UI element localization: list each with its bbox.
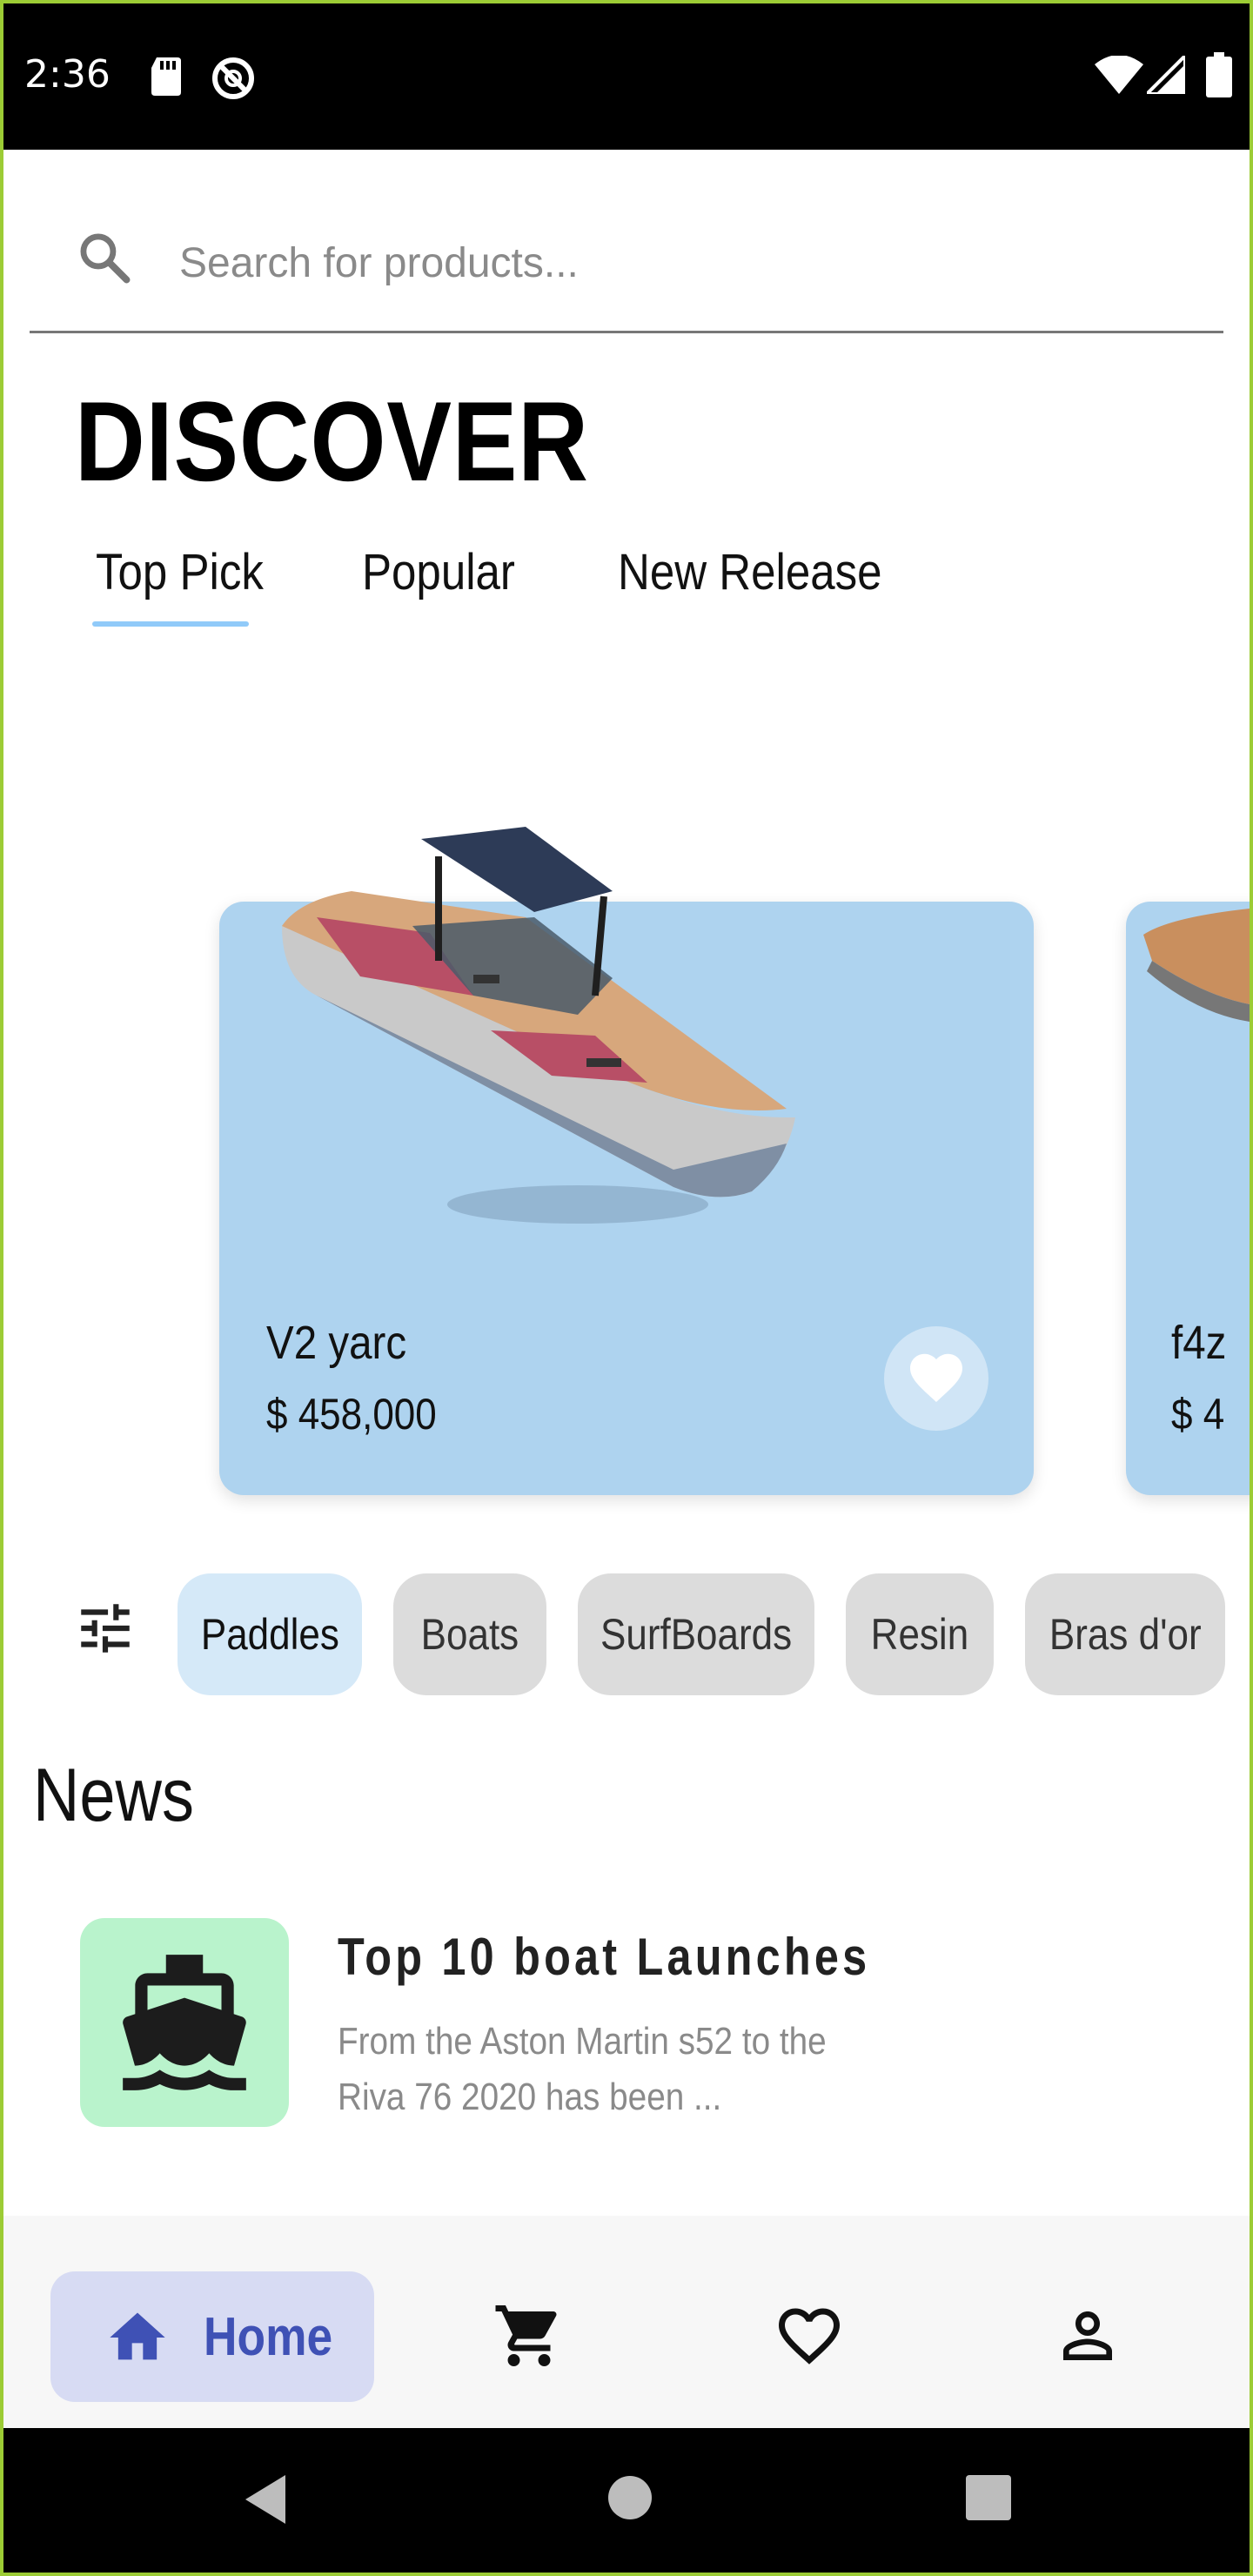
person-icon[interactable] [1051,2299,1124,2372]
heart-outline-icon[interactable] [773,2299,846,2372]
category-label: SurfBoards [600,1610,793,1659]
search-icon [80,233,131,284]
category-label: Paddles [200,1610,339,1659]
boat-image [1143,909,1250,1022]
product-price: $ 458,000 [266,1390,437,1439]
status-bar: 2:36 [3,3,1250,150]
news-title: Top 10 boat Launches [338,1928,871,1986]
boat-image [282,827,795,1224]
tab-top-pick[interactable]: Top Pick [96,543,264,601]
category-chip-paddles[interactable]: Paddles [178,1573,362,1695]
app-screen: 2:36 DISCOVER Top Pic [3,3,1250,2573]
back-icon[interactable] [240,2472,289,2527]
signal-icon [1147,56,1185,94]
tab-popular[interactable]: Popular [362,543,515,601]
system-navigation-bar [3,2428,1250,2573]
news-thumbnail [80,1918,289,2127]
news-heading: News [33,1754,194,1837]
tab-selected-indicator [92,621,249,627]
category-label: Resin [870,1610,969,1659]
search-input[interactable] [178,231,964,294]
nav-home-label: Home [204,2307,333,2367]
search-bar[interactable] [30,186,1223,333]
bottom-navigation: Home [3,2216,1250,2428]
page-title: DISCOVER [75,378,589,505]
battery-icon [1206,52,1232,97]
filter-icon[interactable] [73,1596,137,1660]
ferry-icon [123,1955,246,2090]
category-label: Boats [420,1610,519,1659]
product-name: V2 yarc [266,1317,407,1369]
category-chip-resin[interactable]: Resin [846,1573,994,1695]
news-description: From the Aston Martin s52 to the Riva 76… [338,2020,827,2118]
category-label: Bras d'or [1049,1610,1202,1659]
category-chip-surfboards[interactable]: SurfBoards [578,1573,814,1695]
home-icon [110,2312,165,2360]
cart-icon[interactable] [492,2299,566,2372]
wifi-icon [1095,56,1143,94]
category-chip-boats[interactable]: Boats [393,1573,546,1695]
product-price: $ 4 [1171,1390,1225,1439]
home-button-icon[interactable] [606,2473,654,2522]
favorite-button[interactable] [884,1326,988,1431]
do-not-disturb-icon [212,57,254,99]
nav-home[interactable]: Home [50,2271,374,2402]
heart-icon [910,1353,962,1402]
status-time: 2:36 [24,52,111,97]
product-name: f4z [1171,1317,1227,1369]
sd-card-icon [151,57,181,96]
category-chip-bras-dor[interactable]: Bras d'or [1025,1573,1225,1695]
tab-new-release[interactable]: New Release [618,543,882,601]
recents-icon[interactable] [966,2475,1011,2520]
